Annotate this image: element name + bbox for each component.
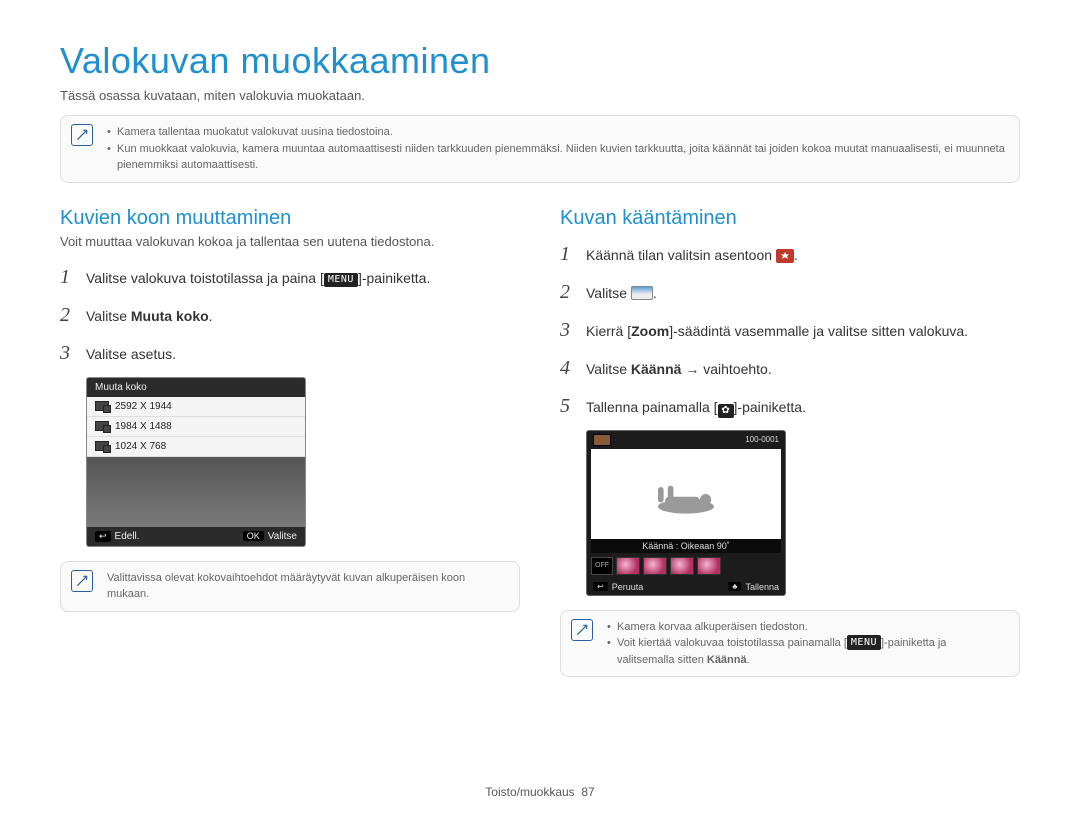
right-step-1: 1 Käännä tilan valitsin asentoon .: [560, 240, 1020, 268]
right-column: Kuvan kääntäminen 1 Käännä tilan valitsi…: [560, 207, 1020, 678]
resize-ui-header: Muuta koko: [87, 378, 305, 397]
step-text: ]-painiketta.: [734, 399, 806, 415]
right-note-box: Kamera korvaa alkuperäisen tiedoston. Vo…: [560, 610, 1020, 678]
step-number: 1: [560, 240, 576, 268]
step-text: .: [794, 247, 798, 263]
step-text: Käännä tilan valitsin asentoon: [586, 247, 776, 263]
menu-button-chip: MENU: [324, 273, 358, 287]
note-text: .: [747, 654, 750, 666]
step-text-bold: Muuta koko: [131, 308, 209, 324]
right-note-item-2: Voit kiertää valokuvaa toistotilassa pai…: [607, 635, 1005, 668]
right-note-item-1: Kamera korvaa alkuperäisen tiedoston.: [607, 619, 1005, 636]
top-note-box: Kamera tallentaa muokatut valokuvat uusi…: [60, 115, 1020, 183]
right-step-2: 2 Valitse .: [560, 278, 1020, 306]
step-number: 2: [60, 301, 76, 329]
thumbnail-icon: [593, 434, 611, 446]
back-key-icon: ↩: [95, 531, 111, 542]
file-number: 100-0001: [745, 435, 779, 444]
step-text: Valitse: [586, 361, 631, 377]
size-icon: [95, 401, 109, 411]
left-step-1: 1 Valitse valokuva toistotilassa ja pain…: [60, 263, 520, 291]
step-text: → vaihtoehto.: [681, 361, 771, 377]
right-step-3: 3 Kierrä [Zoom]-säädintä vasemmalle ja v…: [560, 316, 1020, 344]
step-text-bold: Käännä: [631, 361, 682, 377]
top-note-item-1: Kamera tallentaa muokatut valokuvat uusi…: [107, 124, 1005, 141]
resize-option-label: 1984 X 1488: [115, 421, 172, 432]
note-icon: [71, 570, 93, 592]
mode-dial-icon: [776, 249, 794, 263]
note-icon: [71, 124, 93, 146]
ok-label: Valitse: [268, 531, 297, 542]
save-key-icon: ♣: [728, 582, 741, 591]
rotate-preview: [591, 449, 781, 539]
back-label: Edell.: [115, 531, 140, 542]
left-step-3: 3 Valitse asetus.: [60, 339, 520, 367]
step-text: Valitse: [586, 285, 631, 301]
rotate-thumb: [697, 557, 721, 575]
right-step-4: 4 Valitse Käännä → vaihtoehto.: [560, 354, 1020, 382]
top-note-item-2: Kun muokkaat valokuvia, kamera muuntaa a…: [107, 141, 1005, 174]
back-key-icon: ↩: [593, 582, 608, 591]
step-number: 1: [60, 263, 76, 291]
left-step-2: 2 Valitse Muuta koko.: [60, 301, 520, 329]
rotate-thumb: [643, 557, 667, 575]
step-number: 2: [560, 278, 576, 306]
save-label: Tallenna: [745, 582, 779, 592]
rotate-thumb: [670, 557, 694, 575]
edit-tool-icon: [631, 286, 653, 300]
resize-option-1: 2592 X 1944: [87, 397, 305, 417]
page-footer: Toisto/muokkaus 87: [0, 785, 1080, 799]
step-number: 3: [60, 339, 76, 367]
resize-option-2: 1984 X 1488: [87, 417, 305, 437]
step-text: .: [653, 285, 657, 301]
back-label: Peruuta: [612, 582, 644, 592]
right-heading: Kuvan kääntäminen: [560, 207, 1020, 230]
step-number: 3: [560, 316, 576, 344]
ok-key-icon: OK: [243, 531, 264, 541]
left-lead: Voit muuttaa valokuvan kokoa ja tallenta…: [60, 234, 520, 249]
step-text-bold: Zoom: [631, 323, 669, 339]
resize-option-label: 2592 X 1944: [115, 401, 172, 412]
resize-option-3: 1024 X 768: [87, 437, 305, 457]
macro-button-icon: ✿: [718, 404, 734, 418]
resize-option-label: 1024 X 768: [115, 441, 166, 452]
page-lead: Tässä osassa kuvataan, miten valokuvia m…: [60, 88, 1020, 103]
step-text: ]-painiketta.: [358, 270, 430, 286]
person-lying-icon: [651, 464, 721, 524]
note-text: Voit kiertää valokuvaa toistotilassa pai…: [617, 637, 847, 649]
page-title: Valokuvan muokkaaminen: [60, 40, 1020, 82]
note-icon: [571, 619, 593, 641]
rotate-ui-mock: 100-0001 Käännä : Oikeaan 90˚ OFF: [586, 430, 786, 596]
step-number: 5: [560, 392, 576, 420]
left-heading: Kuvien koon muuttaminen: [60, 207, 520, 230]
rotate-thumb: [616, 557, 640, 575]
step-text: Kierrä [: [586, 323, 631, 339]
left-note-box: Valittavissa olevat kokovaihtoehdot määr…: [60, 561, 520, 612]
step-number: 4: [560, 354, 576, 382]
resize-ui-mock: Muuta koko 2592 X 1944 1984 X 1488 1024 …: [86, 377, 306, 547]
size-icon: [95, 441, 109, 451]
rotate-caption: Käännä : Oikeaan 90˚: [591, 539, 781, 553]
step-text: ]-säädintä vasemmalle ja valitse sitten …: [669, 323, 968, 339]
step-text: Tallenna painamalla [: [586, 399, 718, 415]
footer-section: Toisto/muokkaus: [485, 785, 574, 799]
right-step-5: 5 Tallenna painamalla [✿]-painiketta.: [560, 392, 1020, 420]
left-note-text: Valittavissa olevat kokovaihtoehdot määr…: [107, 570, 505, 603]
left-column: Kuvien koon muuttaminen Voit muuttaa val…: [60, 207, 520, 678]
step-text: .: [209, 308, 213, 324]
rotate-off-thumb: OFF: [591, 557, 613, 575]
footer-page-number: 87: [581, 785, 594, 799]
size-icon: [95, 421, 109, 431]
step-text: Valitse asetus.: [86, 345, 520, 365]
note-text-bold: Käännä: [707, 654, 747, 666]
step-text: Valitse: [86, 308, 131, 324]
menu-button-chip: MENU: [847, 635, 881, 650]
step-text: Valitse valokuva toistotilassa ja paina …: [86, 270, 324, 286]
